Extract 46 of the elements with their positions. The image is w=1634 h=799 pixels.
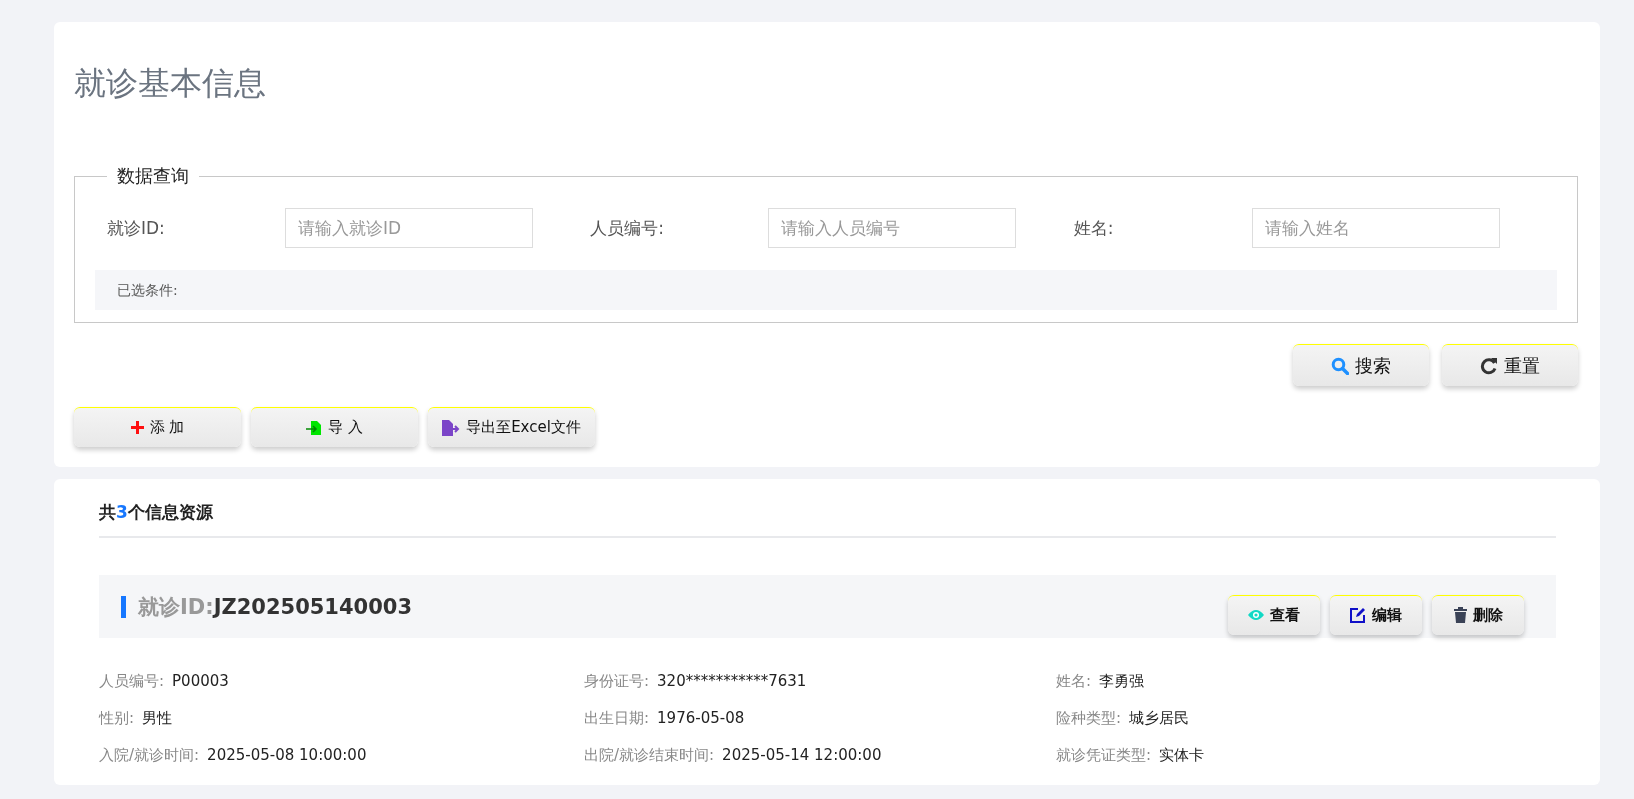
section-legend: 数据查询 [107, 164, 199, 188]
file-import-icon [306, 419, 323, 436]
accent-bar [121, 595, 126, 618]
view-button[interactable]: 查看 [1228, 594, 1320, 635]
field-label: 人员编号: [590, 216, 666, 240]
import-button[interactable]: 导 入 [251, 407, 418, 447]
info-label: 人员编号: [99, 672, 165, 691]
info-value: 2025-05-14 12:00:00 [722, 746, 882, 765]
info-value: 2025-05-08 10:00:00 [207, 746, 367, 765]
page-title: 就诊基本信息 [74, 63, 267, 104]
refresh-icon [1480, 356, 1498, 375]
info-value: 1976-05-08 [657, 709, 745, 728]
selected-conditions-label: 已选条件: [117, 282, 178, 298]
info-label: 姓名: [1056, 672, 1092, 691]
trash-icon [1453, 607, 1467, 623]
eye-icon [1248, 609, 1264, 621]
info-label: 出院/就诊结束时间: [584, 746, 715, 765]
info-value: 实体卡 [1159, 746, 1205, 765]
input-field[interactable]: 请输入姓名 [1251, 208, 1500, 248]
info-label: 险种类型: [1056, 709, 1122, 728]
info-value: 李勇强 [1099, 672, 1145, 691]
input-field[interactable]: 请输入就诊ID [285, 208, 533, 248]
info-label: 入院/就诊时间: [99, 746, 200, 765]
field-label: 姓名: [1073, 216, 1115, 240]
search-icon [1331, 356, 1349, 375]
field-label: 就诊ID: [107, 216, 166, 240]
add-button[interactable]: 添 加 [74, 407, 241, 447]
info-label: 性别: [99, 709, 135, 728]
record-id-value: JZ202505140003 [213, 594, 413, 619]
info-value: 城乡居民 [1129, 709, 1190, 728]
info-value: P00003 [172, 672, 229, 691]
info-label: 身份证号: [584, 672, 650, 691]
delete-button[interactable]: 删除 [1432, 594, 1524, 635]
export-button[interactable]: 导出至Excel文件 [428, 407, 595, 447]
plus-icon [130, 421, 144, 434]
search-button[interactable]: 搜索 [1293, 344, 1429, 386]
file-export-icon [442, 419, 461, 436]
info-label: 出生日期: [584, 709, 650, 728]
reset-button[interactable]: 重置 [1442, 344, 1578, 386]
info-value: 男性 [142, 709, 173, 728]
result-count-heading: 共3个信息资源 [99, 501, 1556, 538]
info-label: 就诊凭证类型: [1056, 746, 1152, 765]
edit-icon [1350, 607, 1366, 623]
edit-button[interactable]: 编辑 [1330, 594, 1422, 635]
input-field[interactable]: 请输入人员编号 [768, 208, 1017, 248]
info-value: 320***********7631 [657, 672, 807, 691]
